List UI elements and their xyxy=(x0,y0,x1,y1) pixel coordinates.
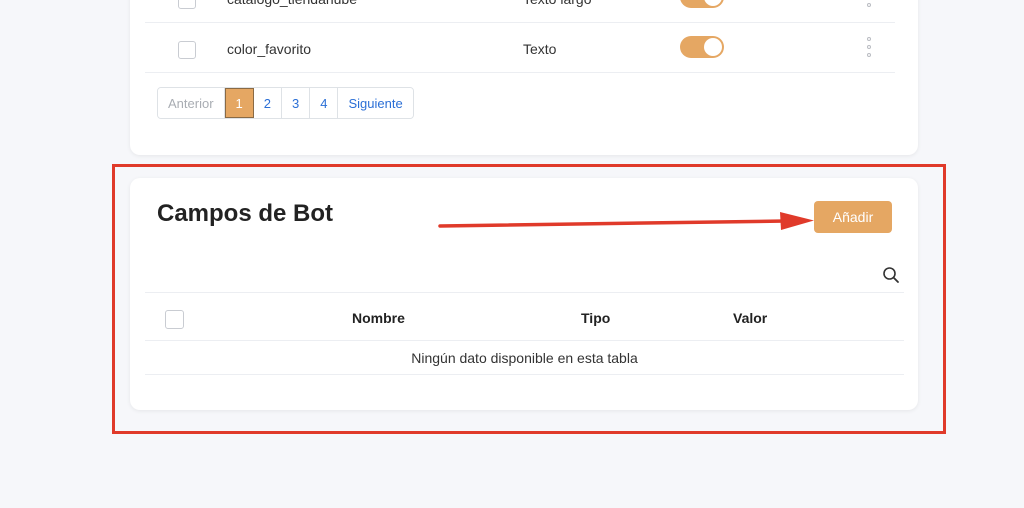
field-toggle[interactable] xyxy=(680,36,724,58)
pagination-prev[interactable]: Anterior xyxy=(158,88,225,118)
row-checkbox[interactable] xyxy=(178,41,196,59)
row-checkbox[interactable] xyxy=(178,0,196,9)
table-row: color_favorito Texto xyxy=(145,23,895,73)
kebab-menu-icon[interactable] xyxy=(865,0,873,7)
field-type: Texto xyxy=(523,41,557,57)
field-toggle[interactable] xyxy=(680,0,724,8)
pagination-page-4[interactable]: 4 xyxy=(310,88,339,118)
pagination-page-2[interactable]: 2 xyxy=(253,88,282,118)
pagination-page-1[interactable]: 1 xyxy=(224,88,254,118)
field-name: catalogo_tiendanube xyxy=(227,0,357,7)
toggle-knob xyxy=(704,0,722,6)
table-row: catalogo_tiendanube Texto largo xyxy=(145,0,895,23)
highlight-box xyxy=(112,164,946,434)
field-type: Texto largo xyxy=(523,0,591,7)
field-name: color_favorito xyxy=(227,41,312,57)
pagination: Anterior 1 2 3 4 Siguiente xyxy=(157,87,414,119)
kebab-menu-icon[interactable] xyxy=(865,37,873,57)
pagination-next[interactable]: Siguiente xyxy=(338,88,413,118)
toggle-knob xyxy=(704,38,722,56)
arrow-annotation-icon xyxy=(438,212,814,230)
pagination-page-3[interactable]: 3 xyxy=(282,88,311,118)
